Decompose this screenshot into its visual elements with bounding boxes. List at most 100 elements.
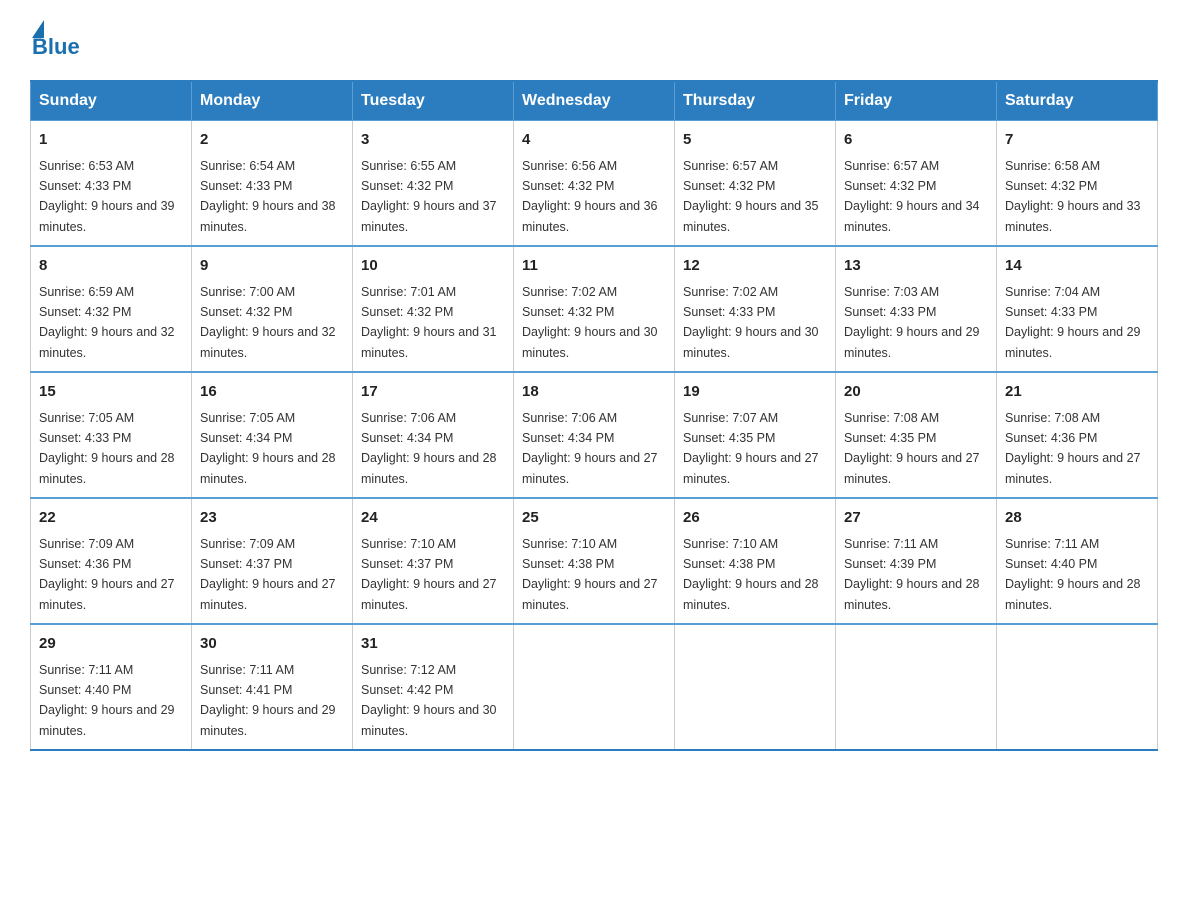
calendar-cell: 10 Sunrise: 7:01 AMSunset: 4:32 PMDaylig… [353, 246, 514, 372]
day-number: 5 [683, 129, 827, 152]
day-info: Sunrise: 7:02 AMSunset: 4:32 PMDaylight:… [522, 285, 658, 360]
calendar-cell: 3 Sunrise: 6:55 AMSunset: 4:32 PMDayligh… [353, 121, 514, 247]
day-info: Sunrise: 7:12 AMSunset: 4:42 PMDaylight:… [361, 663, 497, 738]
calendar-cell: 1 Sunrise: 6:53 AMSunset: 4:33 PMDayligh… [31, 121, 192, 247]
logo-subtitle: Blue [30, 34, 80, 60]
day-info: Sunrise: 7:04 AMSunset: 4:33 PMDaylight:… [1005, 285, 1141, 360]
day-info: Sunrise: 6:57 AMSunset: 4:32 PMDaylight:… [844, 159, 980, 234]
day-number: 10 [361, 255, 505, 278]
day-info: Sunrise: 7:05 AMSunset: 4:33 PMDaylight:… [39, 411, 175, 486]
calendar-cell: 14 Sunrise: 7:04 AMSunset: 4:33 PMDaylig… [997, 246, 1158, 372]
day-info: Sunrise: 7:02 AMSunset: 4:33 PMDaylight:… [683, 285, 819, 360]
day-number: 6 [844, 129, 988, 152]
col-header-thursday: Thursday [675, 81, 836, 121]
calendar-cell [836, 624, 997, 750]
week-row-3: 15 Sunrise: 7:05 AMSunset: 4:33 PMDaylig… [31, 372, 1158, 498]
day-info: Sunrise: 6:53 AMSunset: 4:33 PMDaylight:… [39, 159, 175, 234]
page-header: Blue [30, 20, 1158, 60]
calendar-cell: 6 Sunrise: 6:57 AMSunset: 4:32 PMDayligh… [836, 121, 997, 247]
day-number: 9 [200, 255, 344, 278]
week-row-4: 22 Sunrise: 7:09 AMSunset: 4:36 PMDaylig… [31, 498, 1158, 624]
day-info: Sunrise: 7:09 AMSunset: 4:37 PMDaylight:… [200, 537, 336, 612]
calendar-cell: 4 Sunrise: 6:56 AMSunset: 4:32 PMDayligh… [514, 121, 675, 247]
day-number: 22 [39, 507, 183, 530]
col-header-monday: Monday [192, 81, 353, 121]
day-info: Sunrise: 7:06 AMSunset: 4:34 PMDaylight:… [522, 411, 658, 486]
day-number: 17 [361, 381, 505, 404]
day-info: Sunrise: 7:11 AMSunset: 4:39 PMDaylight:… [844, 537, 980, 612]
day-info: Sunrise: 6:59 AMSunset: 4:32 PMDaylight:… [39, 285, 175, 360]
day-number: 16 [200, 381, 344, 404]
calendar-cell: 20 Sunrise: 7:08 AMSunset: 4:35 PMDaylig… [836, 372, 997, 498]
day-number: 19 [683, 381, 827, 404]
col-header-sunday: Sunday [31, 81, 192, 121]
day-number: 27 [844, 507, 988, 530]
day-number: 24 [361, 507, 505, 530]
calendar-cell [514, 624, 675, 750]
calendar-cell: 22 Sunrise: 7:09 AMSunset: 4:36 PMDaylig… [31, 498, 192, 624]
day-info: Sunrise: 6:58 AMSunset: 4:32 PMDaylight:… [1005, 159, 1141, 234]
day-info: Sunrise: 7:10 AMSunset: 4:37 PMDaylight:… [361, 537, 497, 612]
calendar-cell: 18 Sunrise: 7:06 AMSunset: 4:34 PMDaylig… [514, 372, 675, 498]
calendar-header-row: SundayMondayTuesdayWednesdayThursdayFrid… [31, 81, 1158, 121]
day-info: Sunrise: 7:09 AMSunset: 4:36 PMDaylight:… [39, 537, 175, 612]
day-number: 14 [1005, 255, 1149, 278]
day-info: Sunrise: 7:08 AMSunset: 4:35 PMDaylight:… [844, 411, 980, 486]
calendar-cell: 13 Sunrise: 7:03 AMSunset: 4:33 PMDaylig… [836, 246, 997, 372]
day-number: 15 [39, 381, 183, 404]
day-info: Sunrise: 7:00 AMSunset: 4:32 PMDaylight:… [200, 285, 336, 360]
day-info: Sunrise: 7:10 AMSunset: 4:38 PMDaylight:… [683, 537, 819, 612]
day-info: Sunrise: 7:11 AMSunset: 4:40 PMDaylight:… [39, 663, 175, 738]
day-info: Sunrise: 7:11 AMSunset: 4:41 PMDaylight:… [200, 663, 336, 738]
day-number: 26 [683, 507, 827, 530]
calendar-cell: 29 Sunrise: 7:11 AMSunset: 4:40 PMDaylig… [31, 624, 192, 750]
calendar-cell: 30 Sunrise: 7:11 AMSunset: 4:41 PMDaylig… [192, 624, 353, 750]
calendar-cell [997, 624, 1158, 750]
day-number: 23 [200, 507, 344, 530]
calendar-cell: 15 Sunrise: 7:05 AMSunset: 4:33 PMDaylig… [31, 372, 192, 498]
day-number: 8 [39, 255, 183, 278]
col-header-saturday: Saturday [997, 81, 1158, 121]
day-number: 31 [361, 633, 505, 656]
day-info: Sunrise: 7:07 AMSunset: 4:35 PMDaylight:… [683, 411, 819, 486]
day-number: 29 [39, 633, 183, 656]
calendar-cell: 17 Sunrise: 7:06 AMSunset: 4:34 PMDaylig… [353, 372, 514, 498]
col-header-friday: Friday [836, 81, 997, 121]
calendar-cell: 11 Sunrise: 7:02 AMSunset: 4:32 PMDaylig… [514, 246, 675, 372]
day-number: 7 [1005, 129, 1149, 152]
day-info: Sunrise: 7:06 AMSunset: 4:34 PMDaylight:… [361, 411, 497, 486]
week-row-1: 1 Sunrise: 6:53 AMSunset: 4:33 PMDayligh… [31, 121, 1158, 247]
day-info: Sunrise: 6:56 AMSunset: 4:32 PMDaylight:… [522, 159, 658, 234]
day-info: Sunrise: 7:10 AMSunset: 4:38 PMDaylight:… [522, 537, 658, 612]
calendar-cell: 21 Sunrise: 7:08 AMSunset: 4:36 PMDaylig… [997, 372, 1158, 498]
day-number: 25 [522, 507, 666, 530]
calendar-cell: 8 Sunrise: 6:59 AMSunset: 4:32 PMDayligh… [31, 246, 192, 372]
day-number: 28 [1005, 507, 1149, 530]
day-number: 20 [844, 381, 988, 404]
day-info: Sunrise: 7:05 AMSunset: 4:34 PMDaylight:… [200, 411, 336, 486]
calendar-cell: 7 Sunrise: 6:58 AMSunset: 4:32 PMDayligh… [997, 121, 1158, 247]
col-header-wednesday: Wednesday [514, 81, 675, 121]
calendar-cell [675, 624, 836, 750]
day-number: 3 [361, 129, 505, 152]
day-number: 13 [844, 255, 988, 278]
calendar-cell: 26 Sunrise: 7:10 AMSunset: 4:38 PMDaylig… [675, 498, 836, 624]
calendar-table: SundayMondayTuesdayWednesdayThursdayFrid… [30, 80, 1158, 751]
week-row-2: 8 Sunrise: 6:59 AMSunset: 4:32 PMDayligh… [31, 246, 1158, 372]
calendar-cell: 25 Sunrise: 7:10 AMSunset: 4:38 PMDaylig… [514, 498, 675, 624]
day-number: 30 [200, 633, 344, 656]
day-info: Sunrise: 6:57 AMSunset: 4:32 PMDaylight:… [683, 159, 819, 234]
day-info: Sunrise: 7:03 AMSunset: 4:33 PMDaylight:… [844, 285, 980, 360]
calendar-cell: 27 Sunrise: 7:11 AMSunset: 4:39 PMDaylig… [836, 498, 997, 624]
col-header-tuesday: Tuesday [353, 81, 514, 121]
day-info: Sunrise: 7:11 AMSunset: 4:40 PMDaylight:… [1005, 537, 1141, 612]
day-number: 12 [683, 255, 827, 278]
calendar-cell: 19 Sunrise: 7:07 AMSunset: 4:35 PMDaylig… [675, 372, 836, 498]
calendar-cell: 5 Sunrise: 6:57 AMSunset: 4:32 PMDayligh… [675, 121, 836, 247]
day-info: Sunrise: 6:55 AMSunset: 4:32 PMDaylight:… [361, 159, 497, 234]
calendar-cell: 9 Sunrise: 7:00 AMSunset: 4:32 PMDayligh… [192, 246, 353, 372]
day-number: 21 [1005, 381, 1149, 404]
calendar-cell: 16 Sunrise: 7:05 AMSunset: 4:34 PMDaylig… [192, 372, 353, 498]
calendar-cell: 28 Sunrise: 7:11 AMSunset: 4:40 PMDaylig… [997, 498, 1158, 624]
logo: Blue [30, 20, 80, 60]
